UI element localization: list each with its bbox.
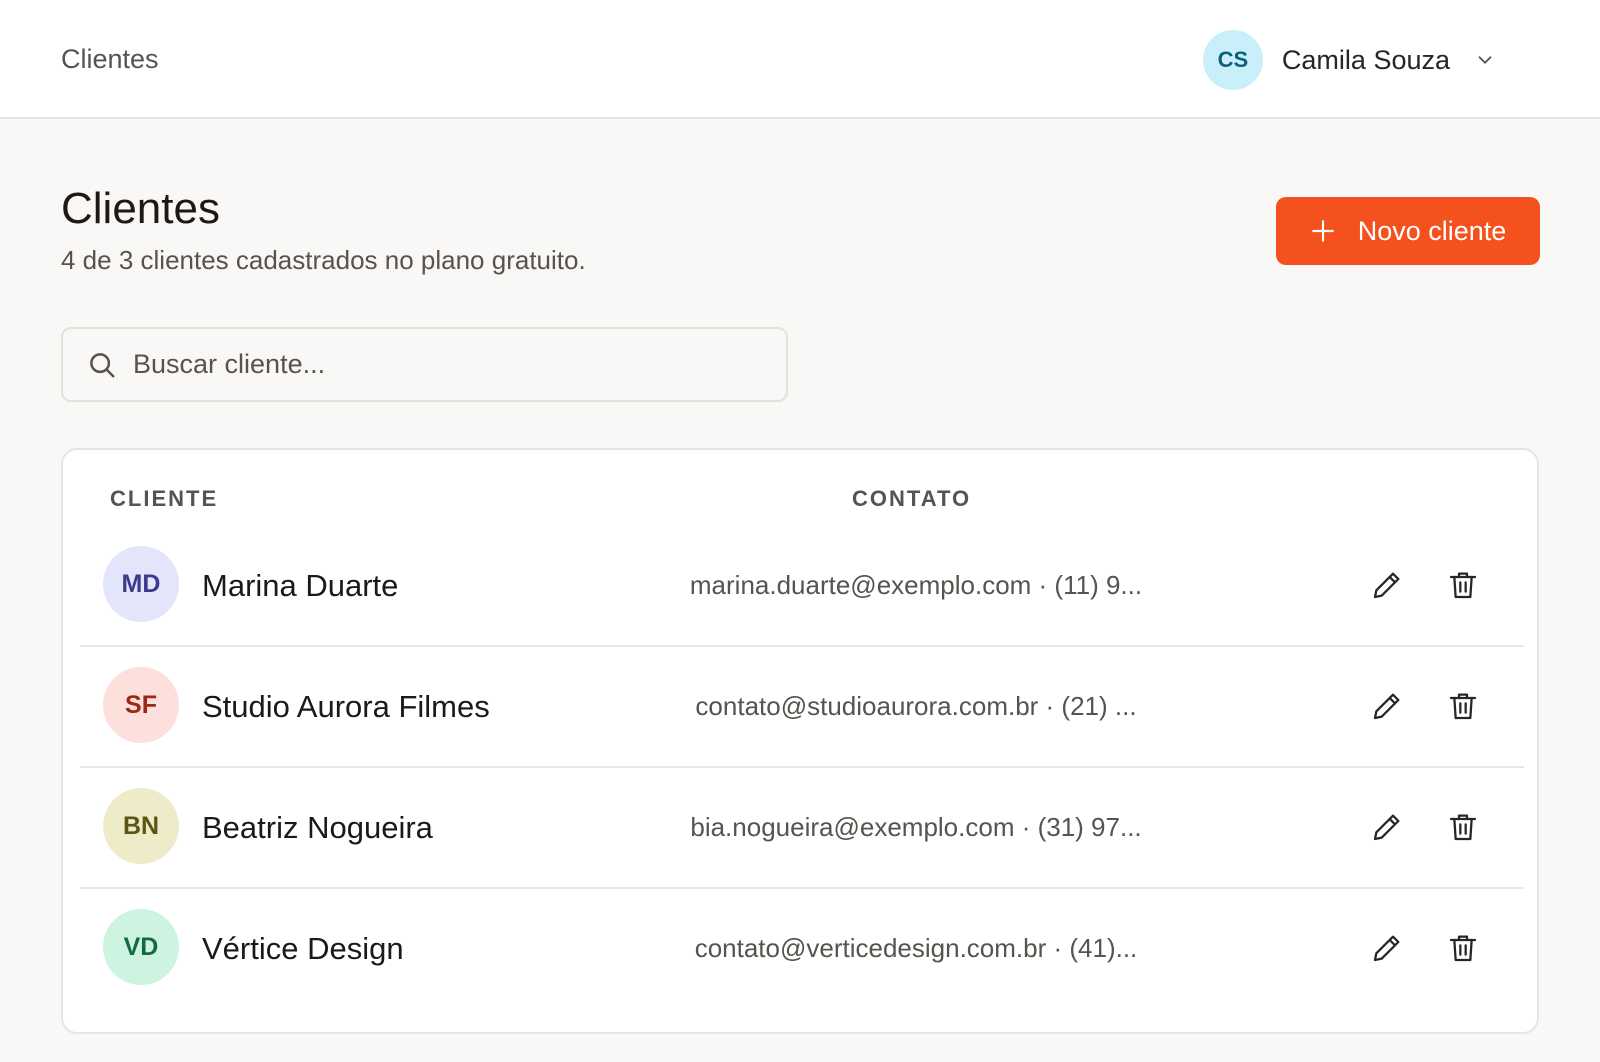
delete-button[interactable] [1442,685,1484,727]
plus-icon [1311,220,1334,242]
trash-icon [1449,572,1477,599]
client-avatar: BN [103,788,179,864]
client-avatar: VD [103,909,179,985]
client-avatar: SF [103,667,179,743]
column-header-client: CLIENTE [110,486,219,511]
client-contact: contato@verticedesign.com.br · (41)... [694,933,1138,963]
trash-icon [1449,693,1477,720]
search-box [61,327,788,402]
page-title: Clientes [61,184,220,233]
pencil-icon [1373,814,1400,841]
chevron-down-icon [1478,56,1492,64]
user-menu[interactable]: CS Camila Souza [1202,30,1496,90]
new-client-label: Novo cliente [1357,215,1507,246]
search-input[interactable] [133,349,733,380]
page-subtitle: 4 de 3 clientes cadastrados no plano gra… [61,245,586,275]
client-name: Beatriz Nogueira [202,810,433,845]
column-header-contact: CONTATO [852,486,972,511]
delete-button[interactable] [1442,806,1484,848]
user-name: Camila Souza [1281,44,1450,75]
edit-button[interactable] [1366,806,1408,848]
trash-icon [1449,935,1477,962]
search-icon [90,352,115,377]
client-name: Studio Aurora Filmes [202,689,490,724]
top-bar: Clientes CS Camila Souza [0,0,1600,119]
delete-button[interactable] [1442,927,1484,969]
client-contact: contato@studioaurora.com.br · (21) ... [695,691,1137,721]
edit-button[interactable] [1366,927,1408,969]
delete-button[interactable] [1442,564,1484,606]
pencil-icon [1373,693,1400,720]
pencil-icon [1373,572,1400,599]
table-row: SF Studio Aurora Filmes contato@studioau… [80,645,1524,768]
topbar-title: Clientes [61,44,159,74]
trash-icon [1449,814,1477,841]
client-name: Marina Duarte [202,568,399,603]
new-client-button[interactable]: Novo cliente [1276,197,1540,265]
user-avatar: CS [1202,30,1263,90]
client-contact: bia.nogueira@exemplo.com · (31) 97... [690,812,1142,842]
client-name: Vértice Design [202,931,404,966]
edit-button[interactable] [1366,564,1408,606]
table-row: VD Vértice Design contato@verticedesign.… [80,887,1524,1010]
client-contact: marina.duarte@exemplo.com · (11) 9... [689,570,1143,600]
table-row: BN Beatriz Nogueira bia.nogueira@exemplo… [80,766,1524,889]
edit-button[interactable] [1366,685,1408,727]
table-row: MD Marina Duarte marina.duarte@exemplo.c… [80,524,1524,647]
pencil-icon [1373,935,1400,962]
client-avatar: MD [103,546,179,622]
clients-table: CLIENTE CONTATO MD Marina Duarte marina.… [61,448,1539,1034]
